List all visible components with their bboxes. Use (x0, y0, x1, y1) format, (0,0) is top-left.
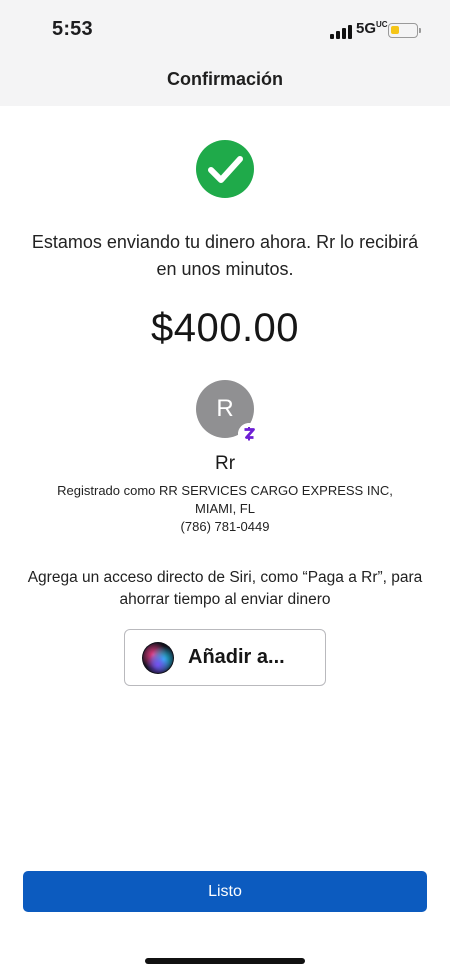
add-to-siri-label: Añadir a... (188, 646, 285, 668)
battery-icon (388, 23, 418, 38)
battery-level (391, 26, 399, 34)
add-to-siri-button[interactable]: Añadir a... (124, 629, 326, 686)
header-area: 5:53 5G UC Confirmación (0, 0, 450, 106)
done-button[interactable]: Listo (23, 871, 427, 912)
payment-amount: $400.00 (150, 306, 300, 350)
recipient-name: Rr (214, 453, 236, 474)
signal-icon (330, 25, 352, 39)
network-label: 5G (356, 20, 377, 37)
home-indicator (145, 958, 305, 964)
confirmation-screen: 5:53 5G UC Confirmación Estamos enviando… (0, 0, 450, 975)
page-title: Confirmación (166, 69, 283, 89)
network-sub-label: UC (376, 20, 388, 29)
check-circle-icon (196, 140, 254, 198)
success-message: Estamos enviando tu dinero ahora. Rr lo … (31, 232, 419, 279)
siri-icon (142, 642, 174, 674)
zelle-icon (238, 423, 260, 445)
registered-as-text: Registrado como RR SERVICES CARGO EXPRES… (57, 483, 393, 498)
status-bar: 5:53 5G UC (0, 0, 450, 62)
recipient-details: Registrado como RR SERVICES CARGO EXPRES… (40, 482, 410, 536)
recipient-location: MIAMI, FL (195, 501, 255, 516)
battery-tip (419, 28, 421, 33)
siri-shortcut-prompt: Agrega un acceso directo de Siri, como “… (27, 569, 423, 608)
recipient-phone: (786) 781-0449 (180, 519, 270, 534)
status-time: 5:53 (52, 18, 93, 40)
